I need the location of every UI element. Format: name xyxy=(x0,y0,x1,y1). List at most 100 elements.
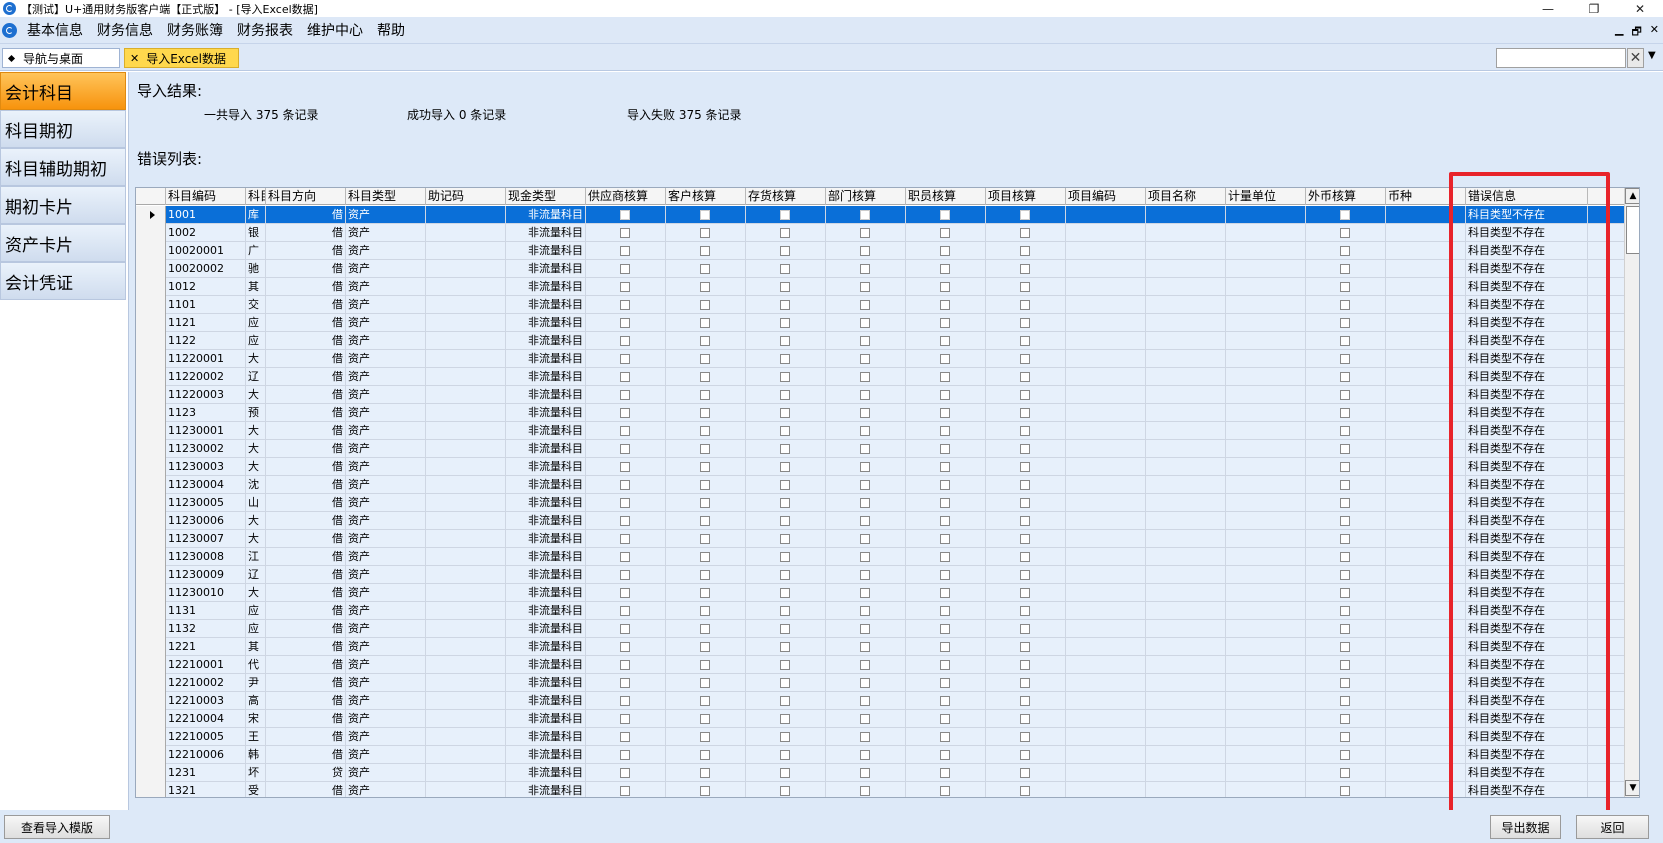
checkbox[interactable] xyxy=(940,606,950,616)
grid-cell[interactable] xyxy=(906,206,986,224)
checkbox[interactable] xyxy=(700,534,710,544)
grid-cell[interactable] xyxy=(746,692,826,710)
grid-cell[interactable] xyxy=(1146,566,1226,584)
grid-cell[interactable] xyxy=(1146,728,1226,746)
grid-cell[interactable]: 资产 xyxy=(346,764,426,782)
checkbox[interactable] xyxy=(1340,246,1350,256)
grid-cell[interactable] xyxy=(1386,206,1466,224)
grid-cell[interactable]: 非流量科目 xyxy=(506,206,586,224)
grid-cell[interactable] xyxy=(586,242,666,260)
grid-cell[interactable] xyxy=(1066,764,1146,782)
grid-cell[interactable]: 非流量科目 xyxy=(506,494,586,512)
grid-cell[interactable]: 资产 xyxy=(346,278,426,296)
grid-cell[interactable]: 非流量科目 xyxy=(506,440,586,458)
minimize-button[interactable]: — xyxy=(1525,0,1571,17)
grid-cell[interactable] xyxy=(906,602,986,620)
grid-cell[interactable] xyxy=(1066,710,1146,728)
checkbox[interactable] xyxy=(940,516,950,526)
grid-cell[interactable]: 非流量科目 xyxy=(506,404,586,422)
grid-cell[interactable] xyxy=(586,620,666,638)
grid-cell[interactable]: 借 xyxy=(266,710,346,728)
checkbox[interactable] xyxy=(1020,516,1030,526)
checkbox[interactable] xyxy=(940,246,950,256)
grid-cell[interactable] xyxy=(746,206,826,224)
checkbox[interactable] xyxy=(940,678,950,688)
table-row[interactable]: 10020001 广借资产 非流量科目 科目类型不存在 xyxy=(136,242,1624,260)
grid-cell[interactable] xyxy=(826,512,906,530)
table-row[interactable]: 1231 坏贷资产 非流量科目 科目类型不存在 xyxy=(136,764,1624,782)
grid-cell[interactable] xyxy=(586,728,666,746)
checkbox[interactable] xyxy=(940,354,950,364)
grid-cell[interactable] xyxy=(426,746,506,764)
grid-cell[interactable] xyxy=(1146,206,1226,224)
grid-cell[interactable] xyxy=(1306,494,1386,512)
table-row[interactable]: 11230008 江借资产 非流量科目 科目类型不存在 xyxy=(136,548,1624,566)
grid-cell[interactable] xyxy=(1066,782,1146,797)
grid-cell[interactable] xyxy=(746,674,826,692)
grid-cell[interactable]: 非流量科目 xyxy=(506,260,586,278)
checkbox[interactable] xyxy=(860,480,870,490)
table-row[interactable]: 12210004 宋借资产 非流量科目 科目类型不存在 xyxy=(136,710,1624,728)
checkbox[interactable] xyxy=(1340,498,1350,508)
grid-cell[interactable] xyxy=(426,764,506,782)
grid-cell[interactable]: 非流量科目 xyxy=(506,584,586,602)
grid-cell[interactable] xyxy=(1386,512,1466,530)
row-selector[interactable] xyxy=(136,782,166,797)
grid-cell[interactable] xyxy=(1386,458,1466,476)
grid-cell[interactable] xyxy=(1066,206,1146,224)
grid-cell[interactable]: 王 xyxy=(246,728,266,746)
grid-cell[interactable]: 11230005 xyxy=(166,494,246,512)
checkbox[interactable] xyxy=(700,750,710,760)
checkbox[interactable] xyxy=(1340,372,1350,382)
grid-cell[interactable] xyxy=(906,512,986,530)
grid-cell[interactable] xyxy=(666,602,746,620)
grid-cell[interactable]: 应 xyxy=(246,314,266,332)
grid-cell[interactable] xyxy=(1146,296,1226,314)
grid-cell[interactable]: 11230004 xyxy=(166,476,246,494)
checkbox[interactable] xyxy=(780,210,790,220)
checkbox[interactable] xyxy=(620,210,630,220)
grid-cell[interactable] xyxy=(1306,296,1386,314)
checkbox[interactable] xyxy=(860,210,870,220)
grid-cell[interactable] xyxy=(1386,476,1466,494)
checkbox[interactable] xyxy=(1020,714,1030,724)
grid-cell[interactable] xyxy=(906,692,986,710)
grid-cell[interactable] xyxy=(1066,386,1146,404)
grid-cell[interactable] xyxy=(666,530,746,548)
grid-cell[interactable]: 科目类型不存在 xyxy=(1466,278,1588,296)
grid-cell[interactable]: 1001 xyxy=(166,206,246,224)
grid-cell[interactable] xyxy=(1066,278,1146,296)
grid-cell[interactable]: 非流量科目 xyxy=(506,620,586,638)
column-header[interactable]: 科目编码 xyxy=(166,188,246,205)
grid-cell[interactable] xyxy=(586,440,666,458)
grid-cell[interactable] xyxy=(1146,422,1226,440)
checkbox[interactable] xyxy=(1020,624,1030,634)
grid-cell[interactable] xyxy=(586,710,666,728)
grid-cell[interactable] xyxy=(826,602,906,620)
checkbox[interactable] xyxy=(860,660,870,670)
checkbox[interactable] xyxy=(1020,570,1030,580)
checkbox[interactable] xyxy=(860,570,870,580)
grid-cell[interactable] xyxy=(906,656,986,674)
grid-cell[interactable] xyxy=(1226,566,1306,584)
grid-cell[interactable] xyxy=(1066,548,1146,566)
checkbox[interactable] xyxy=(1020,678,1030,688)
close-button[interactable]: ✕ xyxy=(1617,0,1663,17)
checkbox[interactable] xyxy=(1340,552,1350,562)
grid-cell[interactable] xyxy=(666,710,746,728)
grid-cell[interactable] xyxy=(1306,278,1386,296)
checkbox[interactable] xyxy=(860,264,870,274)
grid-cell[interactable] xyxy=(1386,710,1466,728)
grid-cell[interactable] xyxy=(426,260,506,278)
grid-cell[interactable]: 资产 xyxy=(346,746,426,764)
table-row[interactable]: 12210001 代借资产 非流量科目 科目类型不存在 xyxy=(136,656,1624,674)
checkbox[interactable] xyxy=(780,228,790,238)
checkbox[interactable] xyxy=(620,246,630,256)
grid-cell[interactable] xyxy=(666,782,746,797)
grid-cell[interactable] xyxy=(1146,674,1226,692)
grid-cell[interactable]: 借 xyxy=(266,674,346,692)
grid-cell[interactable]: 资产 xyxy=(346,584,426,602)
checkbox[interactable] xyxy=(700,624,710,634)
checkbox[interactable] xyxy=(860,282,870,292)
grid-cell[interactable] xyxy=(986,368,1066,386)
